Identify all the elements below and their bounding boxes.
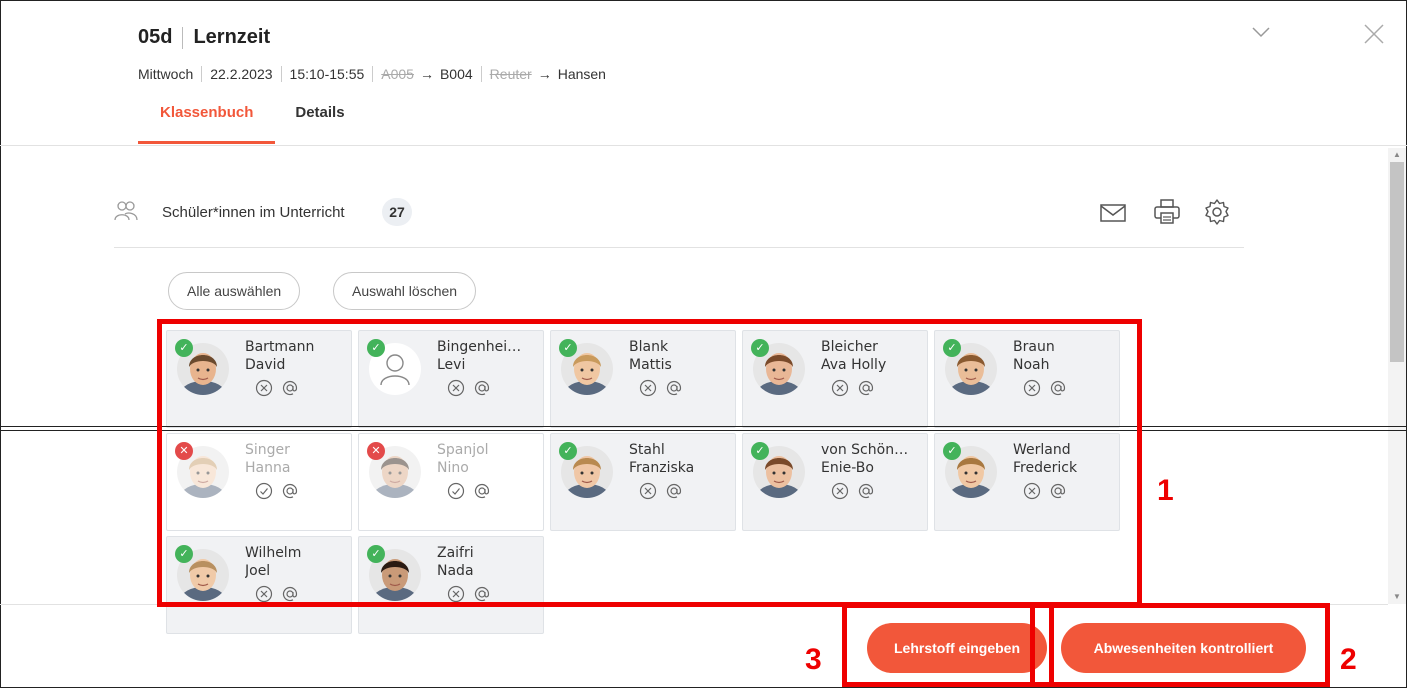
annotation-box-3 — [842, 603, 1054, 687]
tab-details[interactable]: Details — [275, 104, 366, 144]
present-check-icon: ✓ — [559, 442, 577, 460]
lesson-time: 15:10-15:55 — [289, 66, 365, 82]
present-check-icon: ✓ — [559, 339, 577, 357]
present-check-icon: ✓ — [175, 339, 193, 357]
students-header: Schüler*innen im Unterricht 27 — [114, 198, 1244, 248]
scroll-up-icon[interactable]: ▲ — [1392, 150, 1402, 160]
present-check-icon: ✓ — [175, 545, 193, 563]
present-check-icon: ✓ — [751, 442, 769, 460]
present-check-icon: ✓ — [943, 339, 961, 357]
lesson-title: 05d Lernzeit — [138, 26, 270, 49]
subject-name: Lernzeit — [193, 26, 271, 48]
meta-divider — [480, 66, 482, 82]
title-divider — [182, 26, 184, 49]
clear-selection-button[interactable]: Auswahl löschen — [333, 272, 477, 310]
scroll-thumb[interactable] — [1390, 162, 1404, 362]
lesson-day: Mittwoch — [138, 66, 194, 82]
gear-icon[interactable] — [1202, 198, 1232, 226]
annotation-label-1: 1 — [1157, 474, 1174, 507]
annotation-label-3: 3 — [805, 643, 822, 676]
lesson-date: 22.2.2023 — [210, 66, 273, 82]
present-check-icon: ✓ — [943, 442, 961, 460]
student-count-badge: 27 — [382, 198, 412, 226]
absent-x-icon: ✕ — [175, 442, 193, 460]
close-icon[interactable] — [1362, 22, 1386, 46]
scrollbar[interactable]: ▲ ▼ — [1388, 148, 1406, 604]
lesson-meta: Mittwoch 22.2.2023 15:10-15:55 A005 → B0… — [138, 66, 606, 82]
tab-klassenbuch[interactable]: Klassenbuch — [138, 104, 276, 144]
present-check-icon: ✓ — [751, 339, 769, 357]
room-new: B004 — [439, 66, 473, 82]
meta-divider — [280, 66, 282, 82]
scroll-down-icon[interactable]: ▼ — [1392, 592, 1402, 602]
students-label: Schüler*innen im Unterricht — [162, 204, 345, 221]
arrow-icon: → — [419, 66, 434, 82]
teacher-new: Hansen — [557, 66, 606, 82]
printer-icon[interactable] — [1152, 198, 1182, 226]
present-check-icon: ✓ — [367, 339, 385, 357]
annotation-box-1 — [157, 319, 1142, 607]
meta-divider — [372, 66, 374, 82]
chevron-down-icon[interactable] — [1250, 25, 1272, 39]
present-check-icon: ✓ — [367, 545, 385, 563]
arrow-icon: → — [537, 66, 552, 82]
class-name: 05d — [138, 26, 173, 48]
teacher-old: Reuter — [489, 66, 532, 82]
people-icon — [114, 201, 138, 221]
annotation-label-2: 2 — [1340, 643, 1357, 676]
meta-divider — [201, 66, 203, 82]
annotation-box-2 — [1030, 603, 1330, 687]
mail-icon[interactable] — [1098, 198, 1128, 226]
lesson-header: 05d Lernzeit Mittwoch 22.2.2023 15:10-15… — [0, 0, 1407, 146]
absent-x-icon: ✕ — [367, 442, 385, 460]
select-all-button[interactable]: Alle auswählen — [168, 272, 301, 310]
room-old: A005 — [381, 66, 414, 82]
tab-bar: Klassenbuch Details — [138, 104, 367, 144]
